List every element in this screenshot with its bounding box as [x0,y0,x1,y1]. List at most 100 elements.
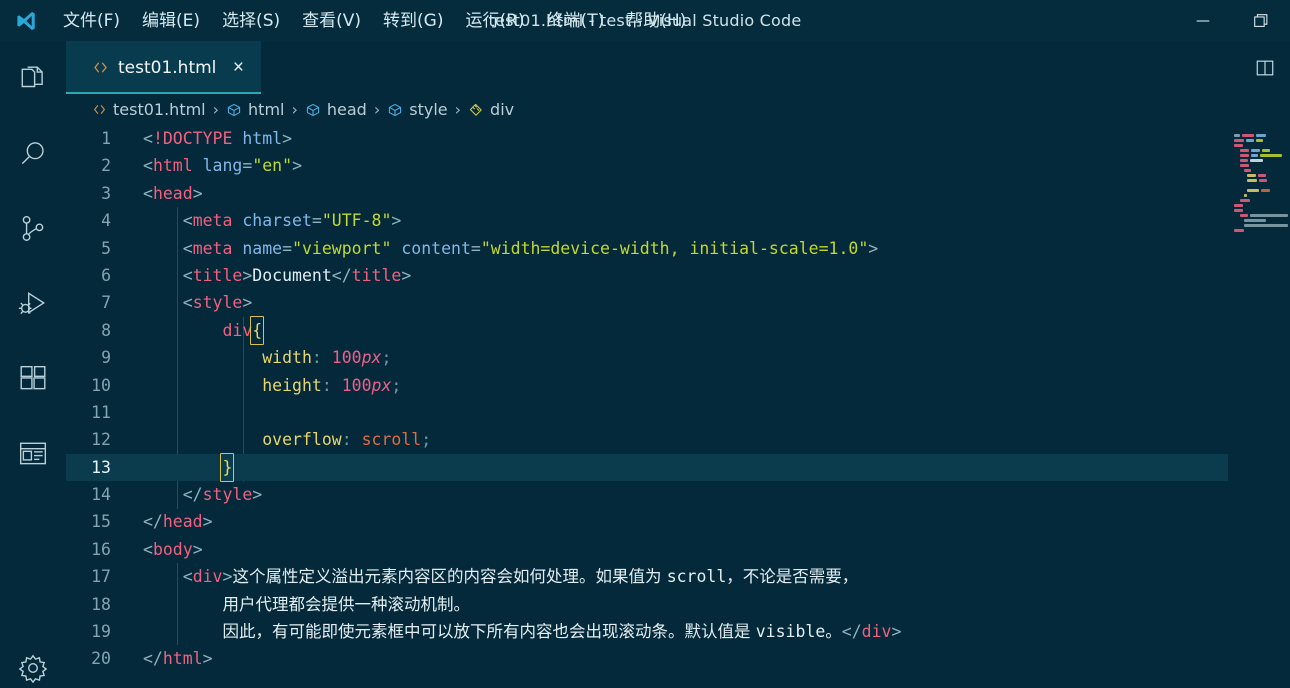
line-number: 6 [101,265,111,285]
minimize-button[interactable] [1174,0,1232,41]
sidebar-item-browser-preview[interactable] [0,416,66,491]
sidebar-item-search[interactable] [0,116,66,191]
line-number: 12 [91,430,111,450]
gear-icon [18,654,48,683]
line-content: <html lang="en"> [143,156,302,176]
line-content: </style> [182,485,263,505]
code-line[interactable]: 5 <meta name="viewport" content="width=d… [66,235,1290,262]
line-number: 11 [91,402,111,422]
code-line[interactable]: 17 <div>这个属性定义溢出元素内容区的内容会如何处理。如果值为 scrol… [66,563,1290,590]
line-number: 10 [91,375,111,395]
line-number: 1 [101,129,111,148]
code-line[interactable]: 15 </head> [66,508,1290,535]
editor-tab-bar: test01.html × [66,41,1290,94]
menu-view[interactable]: 查看(V) [291,8,372,34]
line-number: 15 [91,512,111,532]
tab-label: test01.html [118,57,217,78]
menu-terminal[interactable]: 终端(T) [536,8,616,34]
breadcrumb-separator: › [454,100,462,119]
search-icon [21,141,44,164]
code-line[interactable]: 2 <html lang="en"> [66,152,1290,179]
menu-run[interactable]: 运行(R) [454,8,535,34]
files-icon [21,66,43,87]
code-line[interactable]: 1 <!DOCTYPE html> [66,125,1290,152]
code-editor[interactable]: 1 <!DOCTYPE html> 2 <html lang="en"> 3 <… [66,125,1290,688]
breadcrumb-item-style[interactable]: style [387,100,448,119]
code-line[interactable]: 11 [66,399,1290,426]
sidebar-item-extensions[interactable] [0,341,66,416]
line-number: 14 [91,485,111,505]
close-icon[interactable]: × [229,58,247,77]
bracket-match-close: } [220,452,235,483]
breadcrumb: test01.html › html › head › style › div [66,94,1290,125]
line-content: <style> [182,293,253,313]
code-line-current[interactable]: 13 } [66,452,1290,483]
line-number: 18 [91,594,111,614]
line-number: 13 [91,457,111,477]
title-bar: 文件(F) 编辑(E) 选择(S) 查看(V) 转到(G) 运行(R) 终端(T… [0,0,1290,41]
breadcrumb-label: div [490,100,515,119]
run-debug-icon [18,291,46,314]
line-number: 16 [91,539,111,559]
line-content: </html> [143,649,213,669]
breadcrumb-label: test01.html [113,100,206,119]
html-file-icon [92,102,107,117]
code-line[interactable]: 14 </style> [66,481,1290,508]
breadcrumb-item-html[interactable]: html [226,100,284,119]
line-content: <head> [143,183,203,203]
line-number: 9 [101,348,111,368]
code-line[interactable]: 6 <title>Document</title> [66,262,1290,289]
bracket-match-open: { [250,315,265,346]
line-content: <body> [143,539,203,559]
browser-preview-icon [19,442,47,464]
line-number: 4 [101,211,111,231]
breadcrumb-item-div[interactable]: div [468,100,514,119]
line-content: height: 100px; [262,375,402,395]
code-lines-container: 1 <!DOCTYPE html> 2 <html lang="en"> 3 <… [66,125,1290,673]
tab-test01-html[interactable]: test01.html × [66,41,263,94]
symbol-field-icon [305,102,321,118]
breadcrumb-label: head [326,100,367,119]
code-line[interactable]: 20 </html> [66,645,1290,672]
code-line[interactable]: 3 <head> [66,180,1290,207]
menu-file[interactable]: 文件(F) [52,8,131,34]
code-line[interactable]: 9 width: 100px; [66,344,1290,371]
menu-selection[interactable]: 选择(S) [211,8,291,34]
code-line[interactable]: 10 height: 100px; [66,372,1290,399]
line-content: <!DOCTYPE html> [143,129,293,148]
sidebar-item-source-control[interactable] [0,191,66,266]
code-line[interactable]: 7 <style> [66,289,1290,316]
line-number: 2 [101,156,111,176]
menu-help[interactable]: 帮助(H) [615,8,697,34]
code-line[interactable]: 19 因此，有可能即使元素框中可以放下所有内容也会出现滚动条。默认值是 visi… [66,618,1290,645]
breadcrumb-item-file[interactable]: test01.html [92,100,206,119]
menu-go[interactable]: 转到(G) [372,8,454,34]
menu-edit[interactable]: 编辑(E) [131,8,211,34]
code-line[interactable]: 12 overflow: scroll; [66,426,1290,453]
sidebar-item-settings[interactable] [0,648,66,688]
breadcrumb-label: style [409,100,448,119]
code-line[interactable]: 18 用户代理都会提供一种滚动机制。 [66,591,1290,618]
restore-button[interactable] [1232,0,1290,41]
line-content: 因此，有可能即使元素框中可以放下所有内容也会出现滚动条。默认值是 visible… [222,622,902,642]
line-number: 7 [101,293,111,313]
window-controls [1174,0,1290,41]
line-number: 20 [91,649,111,669]
sidebar-item-run-debug[interactable] [0,266,66,341]
line-content: <title>Document</title> [182,265,412,285]
sidebar-item-explorer[interactable] [0,41,66,116]
code-line[interactable]: 8 div{ [66,315,1290,346]
line-content: width: 100px; [262,348,392,368]
line-content: <meta charset="UTF-8"> [182,211,402,231]
symbol-field-icon [387,102,403,118]
line-number: 8 [101,320,111,340]
line-content: <meta name="viewport" content="width=dev… [182,238,879,258]
vscode-window: 文件(F) 编辑(E) 选择(S) 查看(V) 转到(G) 运行(R) 终端(T… [0,0,1290,688]
split-editor-icon[interactable] [1248,51,1282,85]
breadcrumb-item-head[interactable]: head [305,100,367,119]
code-line[interactable]: 16 <body> [66,536,1290,563]
code-line[interactable]: 4 <meta charset="UTF-8"> [66,207,1290,234]
line-content: overflow: scroll; [262,430,432,450]
minimap[interactable] [1228,125,1290,688]
symbol-field-icon [226,102,242,118]
